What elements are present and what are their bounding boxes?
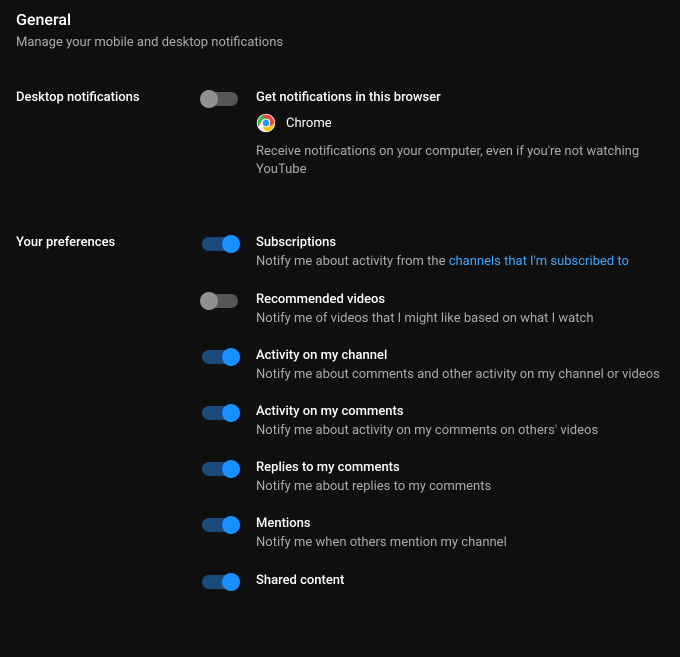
section-label-desktop: Desktop notifications xyxy=(16,90,202,199)
section-label-preferences: Your preferences xyxy=(16,235,202,610)
setting-desc: Notify me about activity from the channe… xyxy=(256,253,664,271)
setting-row: Replies to my comments Notify me about re… xyxy=(202,460,664,496)
browser-row: Chrome xyxy=(256,113,664,133)
setting-title: Shared content xyxy=(256,573,664,588)
toggle-thumb xyxy=(222,573,240,591)
section-preferences: Your preferences Subscriptions Notify me … xyxy=(16,235,664,610)
setting-row: Recommended videos Notify me of videos th… xyxy=(202,292,664,328)
chrome-icon xyxy=(256,113,276,133)
page-subtitle: Manage your mobile and desktop notificat… xyxy=(16,35,664,50)
browser-name: Chrome xyxy=(286,116,332,131)
setting-row: Shared content xyxy=(202,573,664,591)
setting-row: Activity on my channel Notify me about co… xyxy=(202,348,664,384)
toggle-thumb xyxy=(222,404,240,422)
setting-desktop-browser: Get notifications in this browser Chrome xyxy=(202,90,664,179)
setting-title: Activity on my comments xyxy=(256,404,664,419)
setting-desc: Notify me about activity on my comments … xyxy=(256,422,664,440)
toggle-activity-on-my-channel[interactable] xyxy=(202,350,238,364)
toggle-thumb xyxy=(222,460,240,478)
toggle-subscriptions[interactable] xyxy=(202,237,238,251)
toggle-activity-on-my-comments[interactable] xyxy=(202,406,238,420)
toggle-thumb xyxy=(200,292,218,310)
page-title: General xyxy=(16,10,664,29)
setting-title: Activity on my channel xyxy=(256,348,664,363)
toggle-shared-content[interactable] xyxy=(202,575,238,589)
setting-desc: Notify me about comments and other activ… xyxy=(256,366,664,384)
subscribed-channels-link[interactable]: channels that I'm subscribed to xyxy=(449,254,629,269)
setting-title: Get notifications in this browser xyxy=(256,90,664,105)
section-desktop-notifications: Desktop notifications Get notifications … xyxy=(16,90,664,199)
setting-title: Replies to my comments xyxy=(256,460,664,475)
toggle-recommended-videos[interactable] xyxy=(202,294,238,308)
setting-row: Mentions Notify me when others mention my… xyxy=(202,516,664,552)
setting-row: Subscriptions Notify me about activity fr… xyxy=(202,235,664,271)
toggle-thumb xyxy=(222,348,240,366)
toggle-thumb xyxy=(200,90,218,108)
setting-desc: Notify me of videos that I might like ba… xyxy=(256,310,664,328)
toggle-thumb xyxy=(222,235,240,253)
setting-desc: Receive notifications on your computer, … xyxy=(256,143,664,179)
setting-title: Mentions xyxy=(256,516,664,531)
setting-desc-text: Notify me about activity from the xyxy=(256,254,449,269)
setting-desc: Notify me when others mention my channel xyxy=(256,534,664,552)
setting-row: Activity on my comments Notify me about a… xyxy=(202,404,664,440)
toggle-replies-to-my-comments[interactable] xyxy=(202,462,238,476)
setting-desc: Notify me about replies to my comments xyxy=(256,478,664,496)
toggle-desktop-notifications[interactable] xyxy=(202,92,238,106)
toggle-mentions[interactable] xyxy=(202,518,238,532)
setting-title: Subscriptions xyxy=(256,235,664,250)
toggle-thumb xyxy=(222,516,240,534)
setting-title: Recommended videos xyxy=(256,292,664,307)
